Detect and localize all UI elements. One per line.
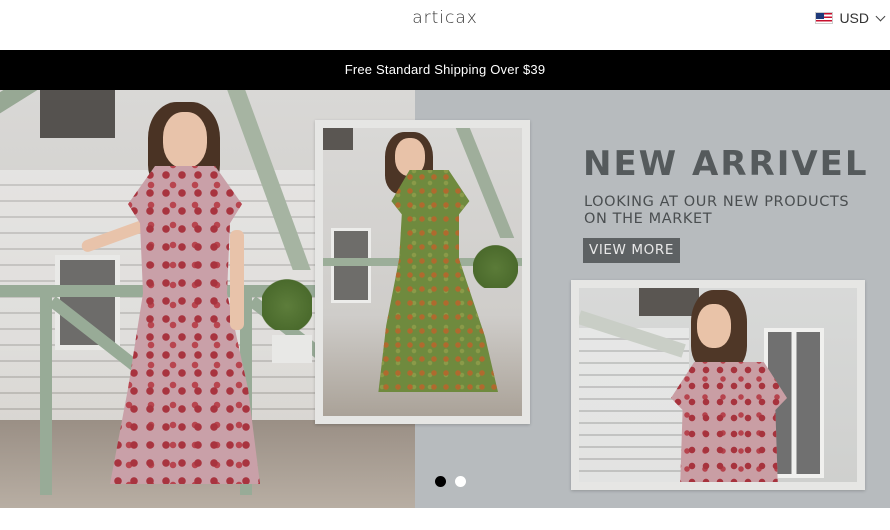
house-roof — [639, 288, 699, 316]
page-content-start — [0, 508, 890, 530]
hero-subtitle-line: ON THE MARKET — [584, 211, 713, 227]
us-flag-icon — [815, 12, 834, 24]
house-roof — [40, 90, 115, 138]
pink-top-photo — [579, 288, 857, 482]
hero-title: NEW ARRIVEL — [583, 144, 869, 184]
slide-dot-1[interactable] — [435, 476, 446, 487]
brand-logo[interactable]: articax — [0, 8, 890, 28]
framed-photo-green-dress — [315, 120, 530, 424]
railing-post — [40, 285, 52, 495]
house-gable-trim — [455, 128, 515, 238]
currency-label: USD — [839, 10, 869, 26]
floral-pink-dress — [671, 362, 787, 482]
hero-banner[interactable]: NEW ARRIVEL LOOKING AT OUR NEW PRODUCTS … — [0, 90, 890, 508]
model-face — [697, 304, 731, 348]
slider-pagination — [435, 476, 466, 487]
plant-pot — [272, 335, 312, 363]
framed-photo-pink-top — [571, 280, 865, 490]
potted-plant — [262, 270, 312, 330]
currency-selector[interactable]: USD — [815, 10, 886, 26]
site-header: articax USD — [0, 0, 890, 50]
model-arm — [230, 230, 244, 330]
green-dress-photo — [323, 128, 522, 416]
chevron-down-icon — [875, 11, 886, 21]
slide-dot-2[interactable] — [455, 476, 466, 487]
view-more-button[interactable]: VIEW MORE — [583, 238, 680, 263]
announcement-bar: Free Standard Shipping Over $39 — [0, 50, 890, 90]
hero-subtitle-line: LOOKING AT OUR NEW PRODUCTS — [584, 194, 850, 210]
model-face — [163, 112, 207, 168]
hero-subtitle: LOOKING AT OUR NEW PRODUCTS ON THE MARKE… — [584, 194, 884, 228]
potted-plant — [473, 238, 518, 288]
house-roof — [323, 128, 353, 150]
